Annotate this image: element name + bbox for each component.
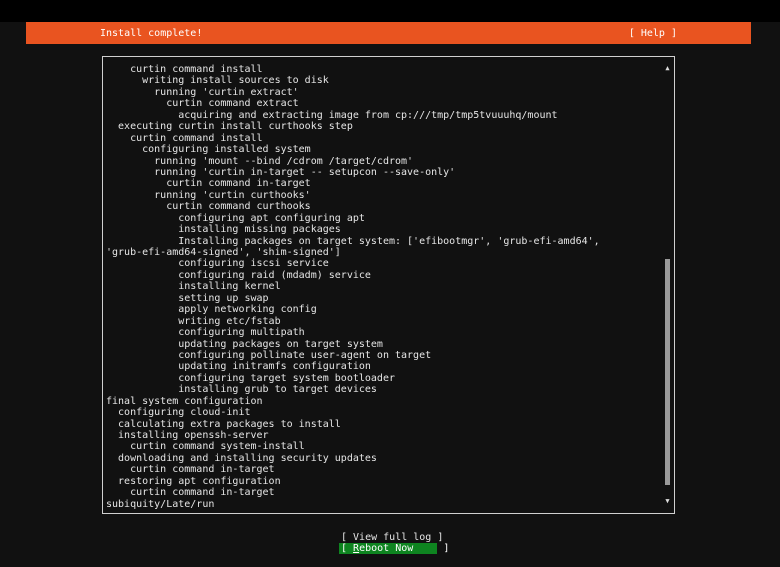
- log-line: curtin command in-target: [106, 464, 275, 476]
- log-line: configuring pollinate user-agent on targ…: [106, 349, 432, 361]
- log-line: restoring apt configuration: [106, 475, 281, 487]
- log-line: installing kernel: [106, 281, 281, 293]
- scroll-thumb[interactable]: [665, 259, 670, 485]
- log-line: curtin command in-target: [106, 178, 311, 190]
- log-line: configuring apt configuring apt: [106, 212, 365, 224]
- log-line: installing openssh-server: [106, 430, 269, 441]
- log-line: installing missing packages: [106, 224, 341, 236]
- reboot-bracket: [: [341, 543, 354, 554]
- log-line: writing etc/fstab: [106, 315, 281, 327]
- log-line: configuring raid (mdadm) service: [106, 269, 371, 281]
- install-log-lines: curtin command install writing install s…: [106, 64, 660, 510]
- log-line: 'grub-efi-amd64-signed', 'shim-signed']: [106, 247, 341, 258]
- log-line: running 'curtin curthooks': [106, 189, 311, 201]
- log-line: configuring target system bootloader: [106, 372, 395, 384]
- log-line: final system configuration: [106, 395, 263, 407]
- log-scrollbar[interactable]: ▲ ▼: [664, 65, 671, 505]
- log-line: apply networking config: [106, 304, 317, 316]
- screen-title: Install complete!: [100, 27, 203, 39]
- scroll-track[interactable]: [665, 75, 670, 495]
- install-log-panel[interactable]: curtin command install writing install s…: [102, 56, 675, 514]
- log-line: executing curtin install curthooks step: [106, 121, 353, 133]
- log-line: configuring cloud-init: [106, 407, 251, 419]
- log-line: curtin command install: [106, 64, 263, 75]
- log-line: calculating extra packages to install: [106, 418, 341, 430]
- help-button[interactable]: [ Help ]: [629, 28, 677, 39]
- reboot-now-button[interactable]: [ Reboot Now ]: [339, 543, 449, 554]
- log-line: updating packages on target system: [106, 338, 383, 350]
- log-line: running 'mount --bind /cdrom /target/cdr…: [106, 155, 414, 167]
- scroll-down-icon[interactable]: ▼: [664, 498, 671, 505]
- log-line: curtin command curthooks: [106, 201, 311, 213]
- log-line: curtin command install: [106, 132, 263, 144]
- log-line: Installing packages on target system: ['…: [106, 235, 600, 247]
- log-line: updating initramfs configuration: [106, 361, 371, 373]
- log-line: configuring multipath: [106, 327, 305, 339]
- log-line: subiquity/Late/run: [106, 498, 215, 510]
- reboot-label: eboot Now ]: [359, 543, 450, 554]
- log-line: downloading and installing security upda…: [106, 452, 377, 464]
- header-bar: Install complete! [ Help ]: [26, 22, 751, 44]
- log-line: curtin command in-target: [106, 487, 275, 499]
- log-line: configuring iscsi service: [106, 258, 329, 270]
- log-line: running 'curtin in-target -- setupcon --…: [106, 166, 456, 178]
- scroll-up-icon[interactable]: ▲: [664, 65, 671, 72]
- log-line: acquiring and extracting image from cp:/…: [106, 109, 558, 121]
- log-line: curtin command extract: [106, 98, 299, 110]
- log-line: setting up swap: [106, 292, 269, 304]
- log-line: writing install sources to disk: [106, 75, 329, 87]
- log-line: running 'curtin extract': [106, 86, 299, 98]
- log-line: installing grub to target devices: [106, 384, 377, 396]
- top-margin: [0, 0, 780, 22]
- log-line: curtin command system-install: [106, 441, 305, 453]
- log-line: configuring installed system: [106, 144, 311, 156]
- view-full-log-button[interactable]: [ View full log ]: [341, 532, 443, 543]
